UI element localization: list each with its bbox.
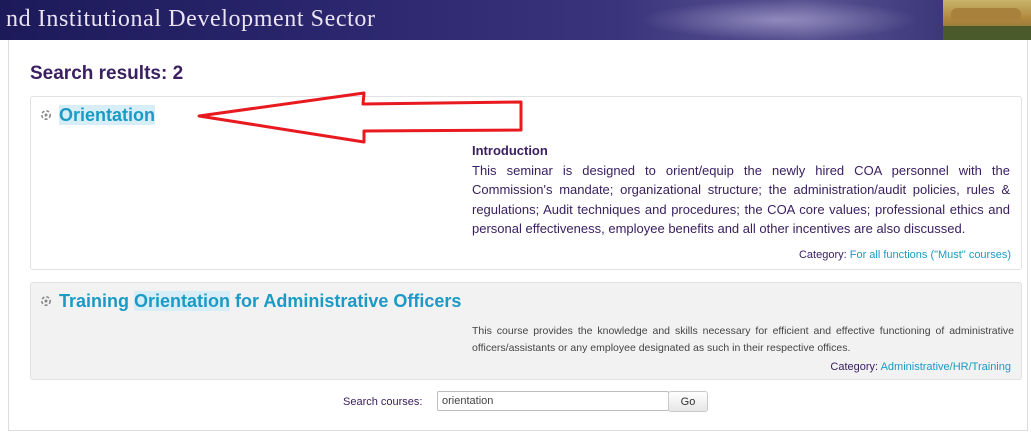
course-summary-heading: Introduction <box>472 143 548 158</box>
category-label: Category: <box>830 361 879 373</box>
course-category-1: Category: For all functions ("Must" cour… <box>799 249 1011 261</box>
banner-title: nd Institutional Development Sector <box>6 6 376 32</box>
course-title-link-2[interactable]: Training Orientation for Administrative … <box>39 291 461 312</box>
course-title-suffix: for Administrative Officers <box>230 291 462 311</box>
course-result-1: Orientation Introduction This seminar is… <box>30 96 1022 270</box>
banner-image-roof <box>951 8 1021 20</box>
banner-glow <box>640 0 920 40</box>
course-title-highlight: Orientation <box>59 105 156 125</box>
category-link-2[interactable]: Administrative/HR/Training <box>881 361 1011 373</box>
site-banner: nd Institutional Development Sector <box>0 0 1031 40</box>
search-courses-label: Search courses: <box>343 396 423 408</box>
course-icon <box>41 110 51 120</box>
course-title-highlight: Orientation <box>134 291 231 311</box>
search-courses-input[interactable] <box>437 391 669 411</box>
course-result-2: Training Orientation for Administrative … <box>30 282 1022 380</box>
course-icon <box>41 296 51 306</box>
go-button[interactable]: Go <box>668 391 708 412</box>
category-label: Category: <box>798 249 847 261</box>
course-summary-text: This seminar is designed to orient/equip… <box>472 162 1010 237</box>
category-link-1[interactable]: For all functions ("Must" courses) <box>850 249 1011 261</box>
course-title-link-1[interactable]: Orientation <box>39 105 156 126</box>
course-summary-2: This course provides the knowledge and s… <box>472 323 1014 357</box>
course-title-prefix: Training <box>59 291 135 311</box>
search-courses-form: Search courses: Go <box>0 391 1031 413</box>
course-summary-text: This course provides the knowledge and s… <box>472 325 1014 354</box>
banner-image <box>943 0 1031 40</box>
course-summary-1: Introduction This seminar is designed to… <box>472 141 1010 239</box>
banner-image-trees <box>943 26 1031 40</box>
course-category-2: Category: Administrative/HR/Training <box>830 361 1011 373</box>
search-results-heading: Search results: 2 <box>30 63 184 84</box>
